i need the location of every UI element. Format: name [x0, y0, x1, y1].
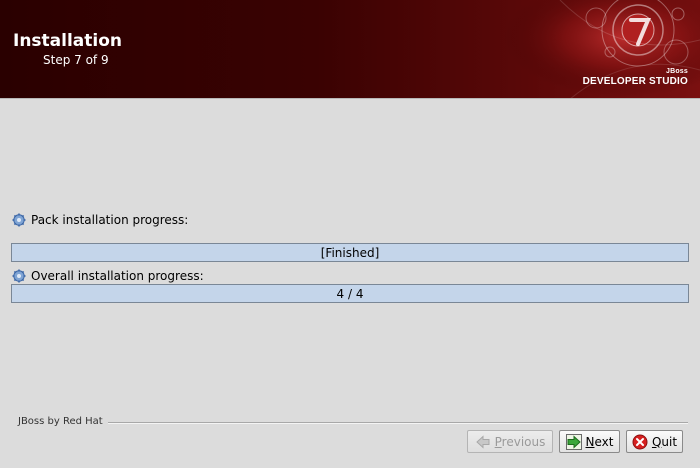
pack-progress-label: Pack installation progress:	[31, 213, 189, 227]
installer-window: Installation Step 7 of 9 JBoss DEVELOPER…	[0, 0, 700, 468]
brand-logo: JBoss DEVELOPER STUDIO	[583, 67, 688, 87]
arrow-left-icon	[475, 434, 490, 449]
step-indicator: Step 7 of 9	[43, 53, 109, 67]
previous-mnemonic: P	[494, 434, 502, 449]
quit-label: uit	[661, 434, 678, 449]
next-button[interactable]: Next	[559, 430, 620, 453]
stop-icon	[632, 434, 648, 449]
overall-progress-bar: 4 / 4	[11, 284, 689, 303]
next-label: ext	[594, 434, 614, 449]
header-banner: Installation Step 7 of 9 JBoss DEVELOPER…	[0, 0, 700, 99]
brand-big-text: DEVELOPER STUDIO	[582, 76, 688, 87]
quit-button[interactable]: Quit	[626, 430, 683, 453]
overall-progress-label: Overall installation progress:	[31, 269, 204, 283]
previous-label: revious	[501, 434, 546, 449]
footer-divider	[108, 422, 688, 424]
previous-button[interactable]: Previous	[467, 430, 553, 453]
vendor-label: JBoss by Red Hat	[18, 416, 103, 427]
pack-progress-text: [Finished]	[320, 245, 380, 260]
page-title: Installation	[13, 31, 123, 51]
overall-progress-text: 4 / 4	[336, 286, 364, 301]
brand-small-text: JBoss	[665, 68, 688, 75]
pack-progress-label-row: Pack installation progress:	[12, 212, 188, 228]
gear-icon	[12, 269, 26, 283]
overall-progress-label-row: Overall installation progress:	[12, 268, 204, 284]
gear-icon	[12, 213, 26, 227]
quit-mnemonic: Q	[651, 434, 662, 449]
pack-progress-bar: [Finished]	[11, 243, 689, 262]
arrow-right-icon	[565, 433, 582, 450]
next-mnemonic: N	[585, 434, 595, 449]
